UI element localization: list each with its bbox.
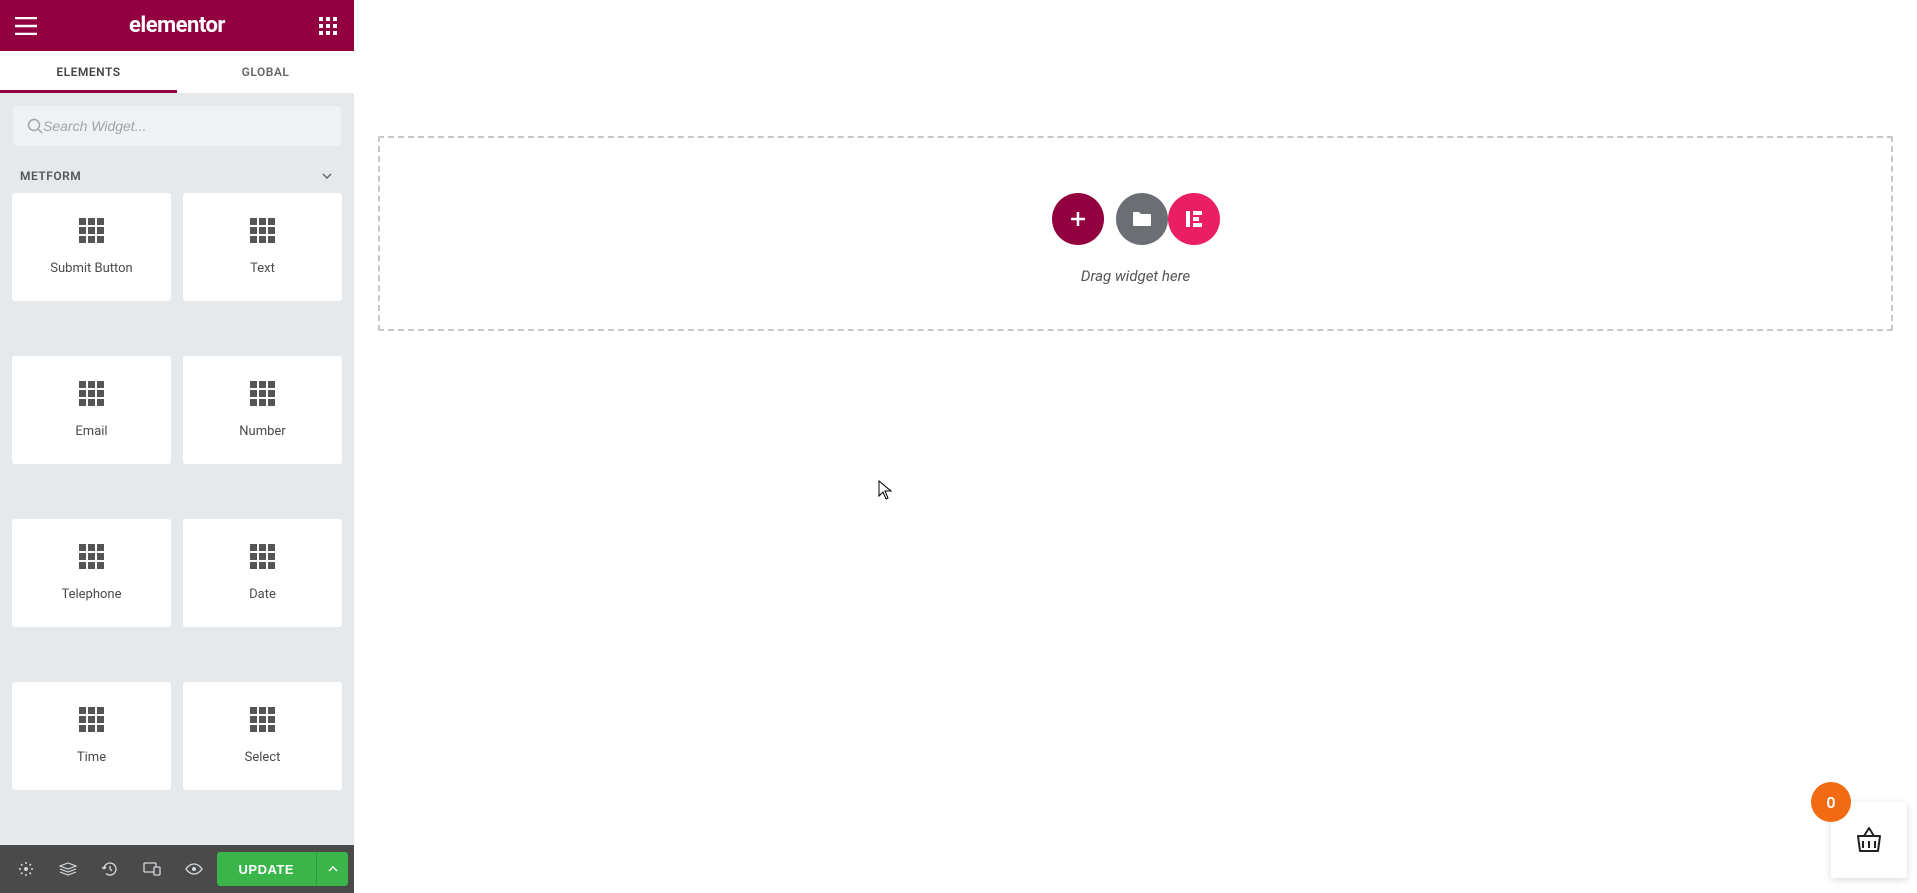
folder-icon xyxy=(1132,211,1152,227)
search-container xyxy=(0,93,354,159)
preview-icon[interactable] xyxy=(174,849,214,889)
widget-number[interactable]: Number xyxy=(183,356,342,464)
section-actions xyxy=(1052,193,1220,245)
panel-tabs: ELEMENTS GLOBAL xyxy=(0,51,354,93)
widget-text[interactable]: Text xyxy=(183,193,342,301)
widget-submit-button[interactable]: Submit Button xyxy=(12,193,171,301)
widget-label: Telephone xyxy=(61,587,121,602)
caret-up-icon[interactable] xyxy=(316,852,348,886)
search-input[interactable] xyxy=(43,118,327,134)
app-logo: elementor xyxy=(129,13,225,38)
grid-icon xyxy=(250,218,275,243)
sidebar-header: elementor xyxy=(0,0,354,51)
cart-count-badge: 0 xyxy=(1811,782,1851,822)
editor-canvas[interactable]: Drag widget here xyxy=(354,0,1917,893)
chevron-down-icon xyxy=(320,169,334,183)
widget-email[interactable]: Email xyxy=(12,356,171,464)
widget-label: Time xyxy=(77,750,106,765)
apps-icon[interactable] xyxy=(316,14,340,38)
grid-icon xyxy=(79,707,104,732)
plus-icon xyxy=(1069,210,1087,228)
widget-label: Text xyxy=(250,261,275,276)
widget-telephone[interactable]: Telephone xyxy=(12,519,171,627)
update-button[interactable]: UPDATE xyxy=(217,852,348,886)
category-label: METFORM xyxy=(20,169,81,183)
basket-icon xyxy=(1854,826,1884,854)
history-icon[interactable] xyxy=(90,849,130,889)
elementskit-icon xyxy=(1183,208,1205,230)
sidebar-panel: elementor ELEMENTS GLOBAL METFORM Sub xyxy=(0,0,354,893)
widget-list: Submit Button Text Email Number Telephon… xyxy=(0,193,354,845)
widget-label: Submit Button xyxy=(50,261,132,276)
tab-elements[interactable]: ELEMENTS xyxy=(0,51,177,93)
widget-label: Select xyxy=(245,750,281,765)
search-icon xyxy=(27,118,43,134)
responsive-icon[interactable] xyxy=(132,849,172,889)
widget-label: Number xyxy=(239,424,285,439)
add-section-button[interactable] xyxy=(1052,193,1104,245)
widget-select[interactable]: Select xyxy=(183,682,342,790)
settings-icon[interactable] xyxy=(6,849,46,889)
category-header[interactable]: METFORM xyxy=(0,159,354,193)
sidebar-footer: UPDATE xyxy=(0,845,354,893)
drop-zone[interactable]: Drag widget here xyxy=(378,136,1893,331)
drop-hint-text: Drag widget here xyxy=(1081,267,1190,285)
widget-label: Email xyxy=(75,424,107,439)
grid-icon xyxy=(79,544,104,569)
grid-icon xyxy=(79,218,104,243)
cart-widget[interactable]: 0 xyxy=(1831,802,1907,878)
menu-icon[interactable] xyxy=(14,14,38,38)
navigator-icon[interactable] xyxy=(48,849,88,889)
grid-icon xyxy=(250,544,275,569)
elementskit-button[interactable] xyxy=(1168,193,1220,245)
grid-icon xyxy=(250,381,275,406)
widget-time[interactable]: Time xyxy=(12,682,171,790)
widget-date[interactable]: Date xyxy=(183,519,342,627)
widget-label: Date xyxy=(249,587,276,602)
update-label: UPDATE xyxy=(217,862,316,877)
template-button[interactable] xyxy=(1116,193,1168,245)
grid-icon xyxy=(79,381,104,406)
tab-global[interactable]: GLOBAL xyxy=(177,51,354,93)
grid-icon xyxy=(250,707,275,732)
